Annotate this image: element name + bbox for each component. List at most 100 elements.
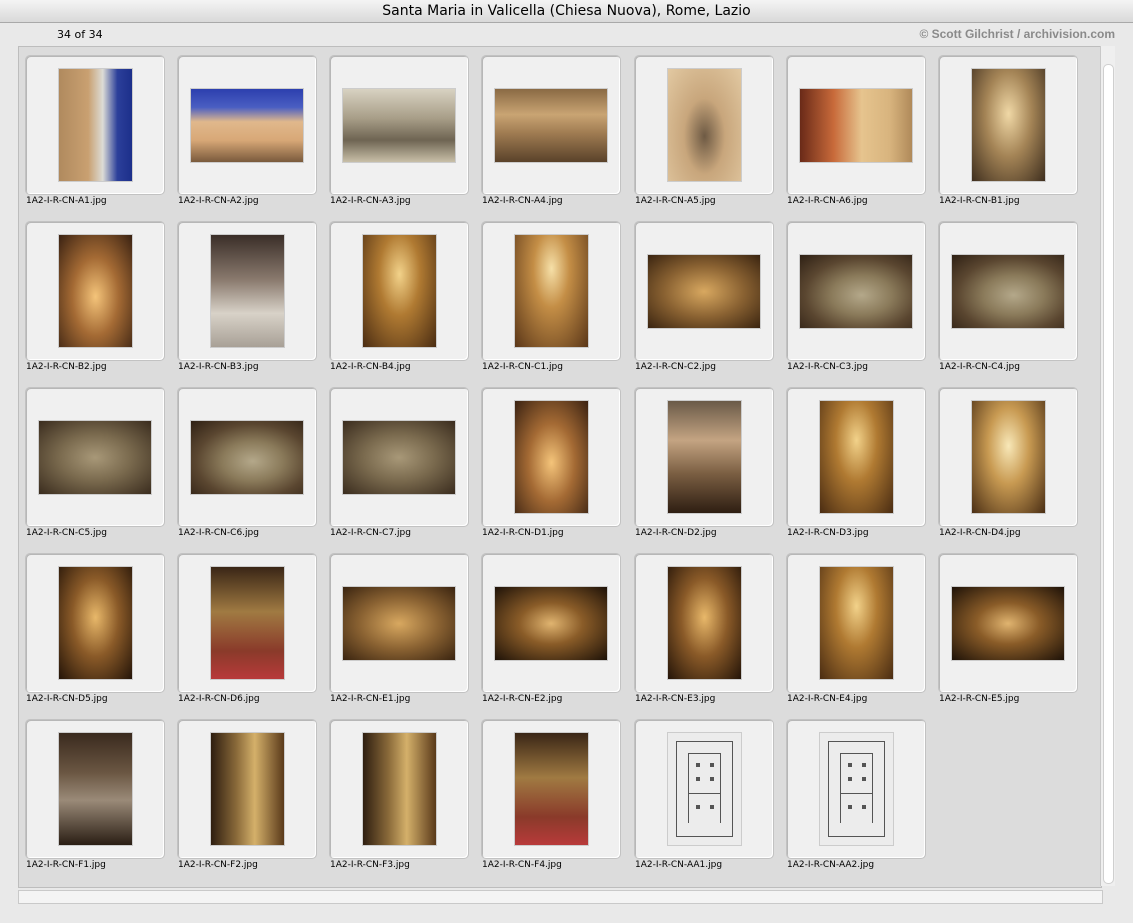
thumbnail-tile[interactable] [481,719,621,859]
floor-plan-line [884,741,885,837]
thumbnail-filename: 1A2-I-R-CN-D5.jpg [26,694,108,704]
thumbnail-tile[interactable] [786,221,926,361]
thumbnail-image[interactable] [820,733,893,845]
thumbnail-tile[interactable] [634,221,774,361]
floor-plan-line [828,741,829,837]
thumbnail-filename: 1A2-I-R-CN-AA2.jpg [787,860,875,870]
thumbnail-tile[interactable] [634,553,774,693]
thumbnail-image[interactable] [800,255,912,328]
thumbnail-image[interactable] [39,421,151,494]
thumbnail-filename: 1A2-I-R-CN-A5.jpg [635,196,716,206]
thumbnail-image[interactable] [59,235,132,347]
thumbnail-image[interactable] [668,69,741,181]
thumbnail-filename: 1A2-I-R-CN-A4.jpg [482,196,563,206]
thumbnail-tile[interactable] [177,387,317,527]
thumbnail-tile[interactable] [786,387,926,527]
thumbnail-filename: 1A2-I-R-CN-B1.jpg [939,196,1020,206]
floor-plan-line [676,741,733,742]
thumbnail-filename: 1A2-I-R-CN-B3.jpg [178,362,259,372]
thumbnail-image[interactable] [211,733,284,845]
thumbnail-filename: 1A2-I-R-CN-D3.jpg [787,528,869,538]
thumbnail-tile[interactable] [481,387,621,527]
thumbnail-image[interactable] [495,89,607,162]
thumbnail-image[interactable] [648,255,760,328]
thumbnail-filename: 1A2-I-R-CN-E5.jpg [939,694,1020,704]
thumbnail-image[interactable] [211,567,284,679]
thumbnail-filename: 1A2-I-R-CN-C2.jpg [635,362,716,372]
thumbnail-image[interactable] [363,235,436,347]
thumbnail-tile[interactable] [25,55,165,195]
floor-plan-line [696,777,700,781]
thumbnail-image[interactable] [59,733,132,845]
thumbnail-image[interactable] [191,89,303,162]
image-counter: 34 of 34 [57,28,103,41]
thumbnail-image[interactable] [59,69,132,181]
thumbnail-image[interactable] [211,235,284,347]
thumbnail-tile[interactable] [25,387,165,527]
thumbnail-tile[interactable] [786,553,926,693]
thumbnail-image[interactable] [515,401,588,513]
thumbnail-filename: 1A2-I-R-CN-A6.jpg [787,196,868,206]
thumbnail-filename: 1A2-I-R-CN-F3.jpg [330,860,410,870]
thumbnail-tile[interactable] [938,55,1078,195]
thumbnail-image[interactable] [800,89,912,162]
thumbnail-image[interactable] [972,69,1045,181]
thumbnail-image[interactable] [363,733,436,845]
thumbnail-image[interactable] [59,567,132,679]
thumbnail-tile[interactable] [329,553,469,693]
thumbnail-tile[interactable] [25,553,165,693]
thumbnail-image[interactable] [495,587,607,660]
thumbnail-tile[interactable] [329,387,469,527]
thumbnail-image[interactable] [668,733,741,845]
thumbnail-filename: 1A2-I-R-CN-F4.jpg [482,860,562,870]
thumbnail-filename: 1A2-I-R-CN-F1.jpg [26,860,106,870]
thumbnail-image[interactable] [952,255,1064,328]
thumbnail-image[interactable] [343,421,455,494]
thumbnail-tile[interactable] [786,719,926,859]
thumbnail-image[interactable] [515,733,588,845]
thumbnail-image[interactable] [515,235,588,347]
thumbnail-image[interactable] [820,567,893,679]
thumbnail-filename: 1A2-I-R-CN-E3.jpg [635,694,716,704]
thumbnail-tile[interactable] [481,553,621,693]
floor-plan-line [862,763,866,767]
thumbnail-tile[interactable] [938,387,1078,527]
horizontal-scrollbar[interactable] [18,890,1103,904]
thumbnail-tile[interactable] [481,55,621,195]
thumbnail-tile[interactable] [634,387,774,527]
floor-plan-line [848,805,852,809]
thumbnail-tile[interactable] [938,221,1078,361]
thumbnail-image[interactable] [343,587,455,660]
floor-plan-line [696,805,700,809]
thumbnail-image[interactable] [668,567,741,679]
scrollbar-track[interactable] [1103,64,1114,884]
thumbnail-filename: 1A2-I-R-CN-C7.jpg [330,528,411,538]
thumbnail-tile[interactable] [786,55,926,195]
thumbnail-tile[interactable] [634,719,774,859]
thumbnail-tile[interactable] [481,221,621,361]
thumbnail-image[interactable] [972,401,1045,513]
thumbnail-filename: 1A2-I-R-CN-D2.jpg [635,528,717,538]
thumbnail-image[interactable] [191,421,303,494]
thumbnail-image[interactable] [952,587,1064,660]
thumbnail-tile[interactable] [329,221,469,361]
thumbnail-tile[interactable] [634,55,774,195]
floor-plan-line [676,836,733,837]
vertical-scrollbar[interactable] [1100,46,1115,886]
thumbnail-tile[interactable] [329,719,469,859]
thumbnail-image[interactable] [343,89,455,162]
floor-plan-line [840,753,873,754]
thumbnail-tile[interactable] [25,221,165,361]
thumbnail-image[interactable] [668,401,741,513]
thumbnail-tile[interactable] [177,553,317,693]
thumbnail-filename: 1A2-I-R-CN-D6.jpg [178,694,260,704]
thumbnail-image[interactable] [820,401,893,513]
thumbnail-tile[interactable] [938,553,1078,693]
floor-plan-line [688,753,721,754]
floor-plan-line [848,777,852,781]
thumbnail-tile[interactable] [177,55,317,195]
thumbnail-tile[interactable] [177,719,317,859]
thumbnail-tile[interactable] [25,719,165,859]
thumbnail-tile[interactable] [177,221,317,361]
thumbnail-tile[interactable] [329,55,469,195]
